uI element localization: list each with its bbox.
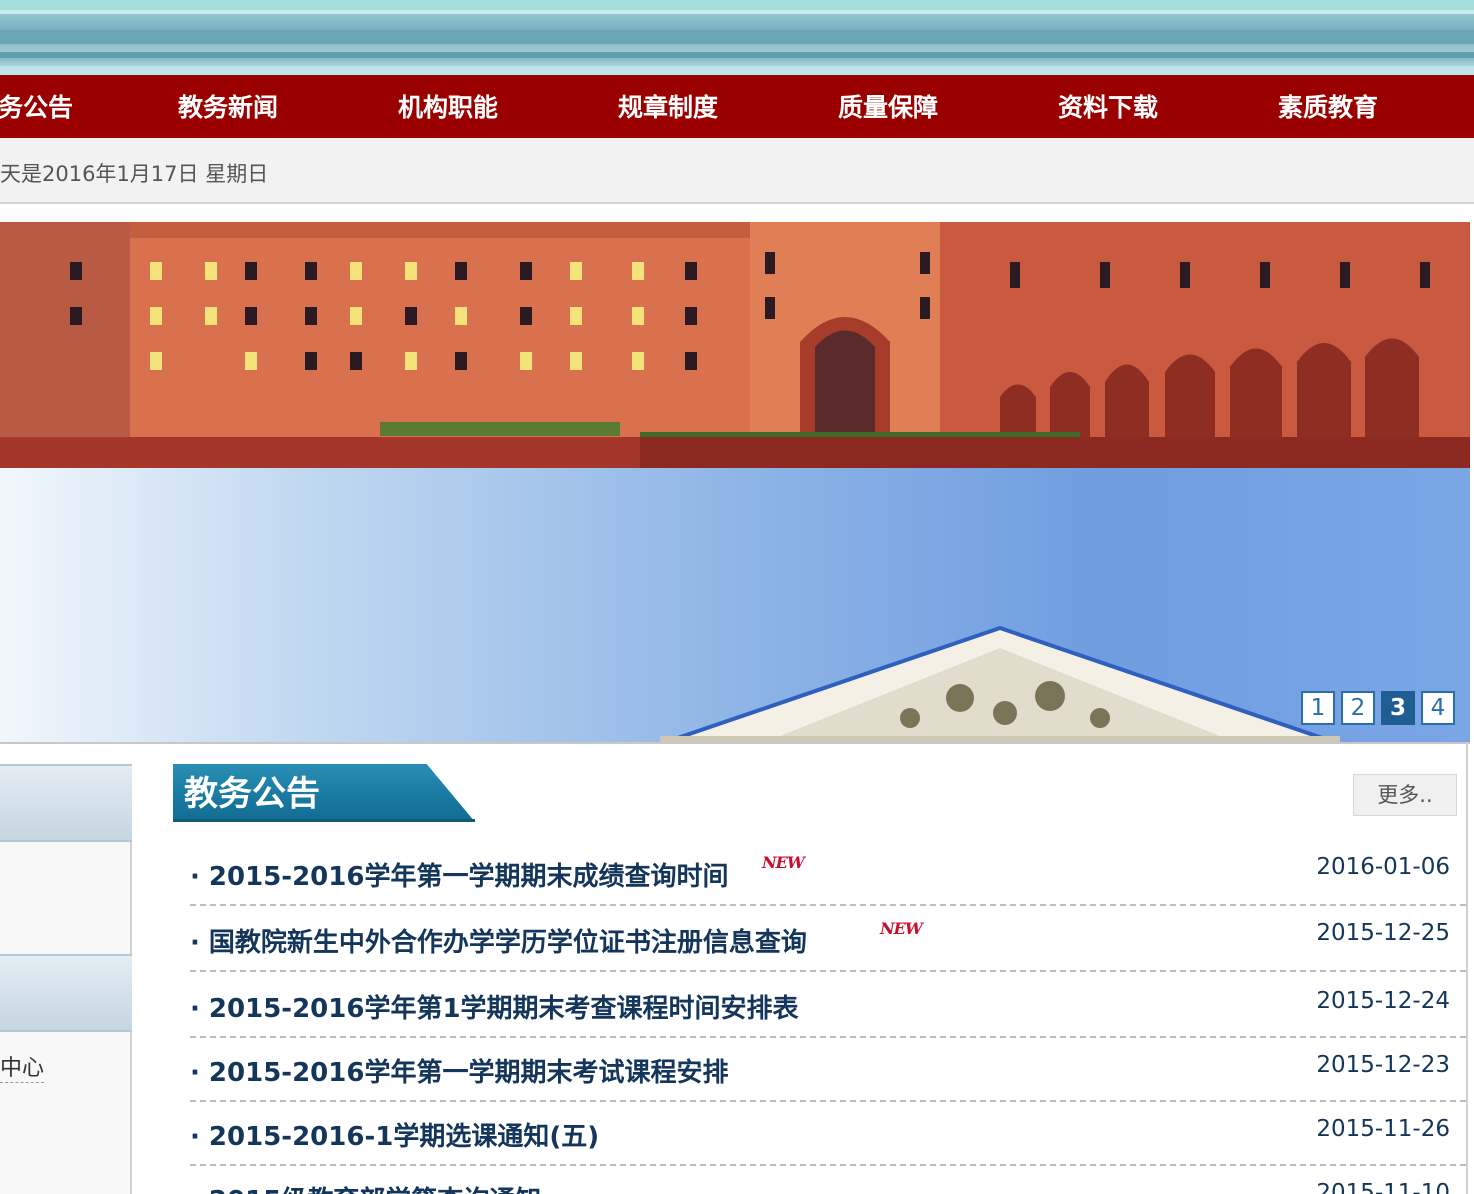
news-row[interactable]: · 2015-2016-1学期选课通知(五) 2015-11-26: [190, 1102, 1466, 1166]
announcements-tab-underline: [173, 819, 475, 822]
news-title[interactable]: · 2015级教育部学籍查询通知: [190, 1180, 541, 1194]
nav-item-regulations[interactable]: 规章制度: [618, 75, 718, 138]
news-date: 2015-12-23: [1316, 1052, 1450, 1078]
nav-item-news[interactable]: 教务新闻: [178, 75, 278, 138]
news-date: 2015-11-10: [1316, 1180, 1450, 1194]
stadium-sky-photo: [0, 468, 1470, 744]
news-title[interactable]: · 国教院新生中外合作办学学历学位证书注册信息查询: [190, 922, 807, 959]
news-title[interactable]: · 2015-2016学年第一学期期末成绩查询时间: [190, 856, 728, 893]
news-title[interactable]: · 2015-2016学年第1学期期末考查课程时间安排表: [190, 988, 799, 1025]
more-button[interactable]: 更多..: [1353, 774, 1457, 816]
news-title[interactable]: · 2015-2016学年第一学期期末考试课程安排: [190, 1052, 728, 1089]
sidebar-section-header: [0, 764, 132, 842]
current-date: 天是2016年1月17日 星期日: [0, 162, 269, 186]
slide-2-button[interactable]: 2: [1341, 691, 1375, 725]
news-title[interactable]: · 2015-2016-1学期选课通知(五): [190, 1116, 599, 1153]
announcements-title: 教务公告: [184, 774, 320, 814]
nav-item-organization[interactable]: 机构职能: [398, 75, 498, 138]
campus-buildings-photo: [0, 222, 1470, 468]
top-decorative-band: [0, 0, 1474, 75]
sidebar: [0, 764, 132, 1194]
news-row[interactable]: · 2015级教育部学籍查询通知 2015-11-10: [190, 1166, 1466, 1194]
new-badge: NEW: [762, 853, 805, 872]
nav-item-quality[interactable]: 质量保障: [838, 75, 938, 138]
news-date: 2016-01-06: [1316, 854, 1450, 880]
news-row[interactable]: · 2015-2016学年第1学期期末考查课程时间安排表 2015-12-24: [190, 974, 1466, 1038]
campus-buildings-illustration: [0, 222, 1470, 468]
sidebar-section-header: [0, 954, 132, 1032]
date-bar: 天是2016年1月17日 星期日: [0, 138, 1474, 204]
nav-item-quality-education[interactable]: 素质教育: [1278, 75, 1378, 138]
slide-1-button[interactable]: 1: [1301, 691, 1335, 725]
nav-item-announcements[interactable]: 务公告: [0, 75, 73, 138]
news-row[interactable]: · 2015-2016学年第一学期期末考试课程安排 2015-12-23: [190, 1038, 1466, 1102]
news-row[interactable]: · 2015-2016学年第一学期期末成绩查询时间 NEW 2016-01-06: [190, 842, 1466, 906]
banner-slideshow[interactable]: 1 2 3 4: [0, 222, 1470, 744]
news-row[interactable]: · 国教院新生中外合作办学学历学位证书注册信息查询 NEW 2015-12-25: [190, 908, 1466, 972]
content-divider: [0, 742, 1470, 744]
stadium-roof-illustration: [659, 625, 1341, 744]
main-nav: 务公告 教务新闻 机构职能 规章制度 质量保障 资料下载 素质教育: [0, 75, 1474, 138]
news-date: 2015-11-26: [1316, 1116, 1450, 1142]
slide-4-button[interactable]: 4: [1421, 691, 1455, 725]
slide-3-button[interactable]: 3: [1381, 691, 1415, 725]
sidebar-link-center[interactable]: 中心: [0, 1050, 45, 1083]
news-date: 2015-12-24: [1316, 988, 1450, 1014]
news-date: 2015-12-25: [1316, 920, 1450, 946]
nav-item-downloads[interactable]: 资料下载: [1058, 75, 1158, 138]
new-badge: NEW: [880, 919, 923, 938]
content-right-edge: [1466, 742, 1468, 1194]
